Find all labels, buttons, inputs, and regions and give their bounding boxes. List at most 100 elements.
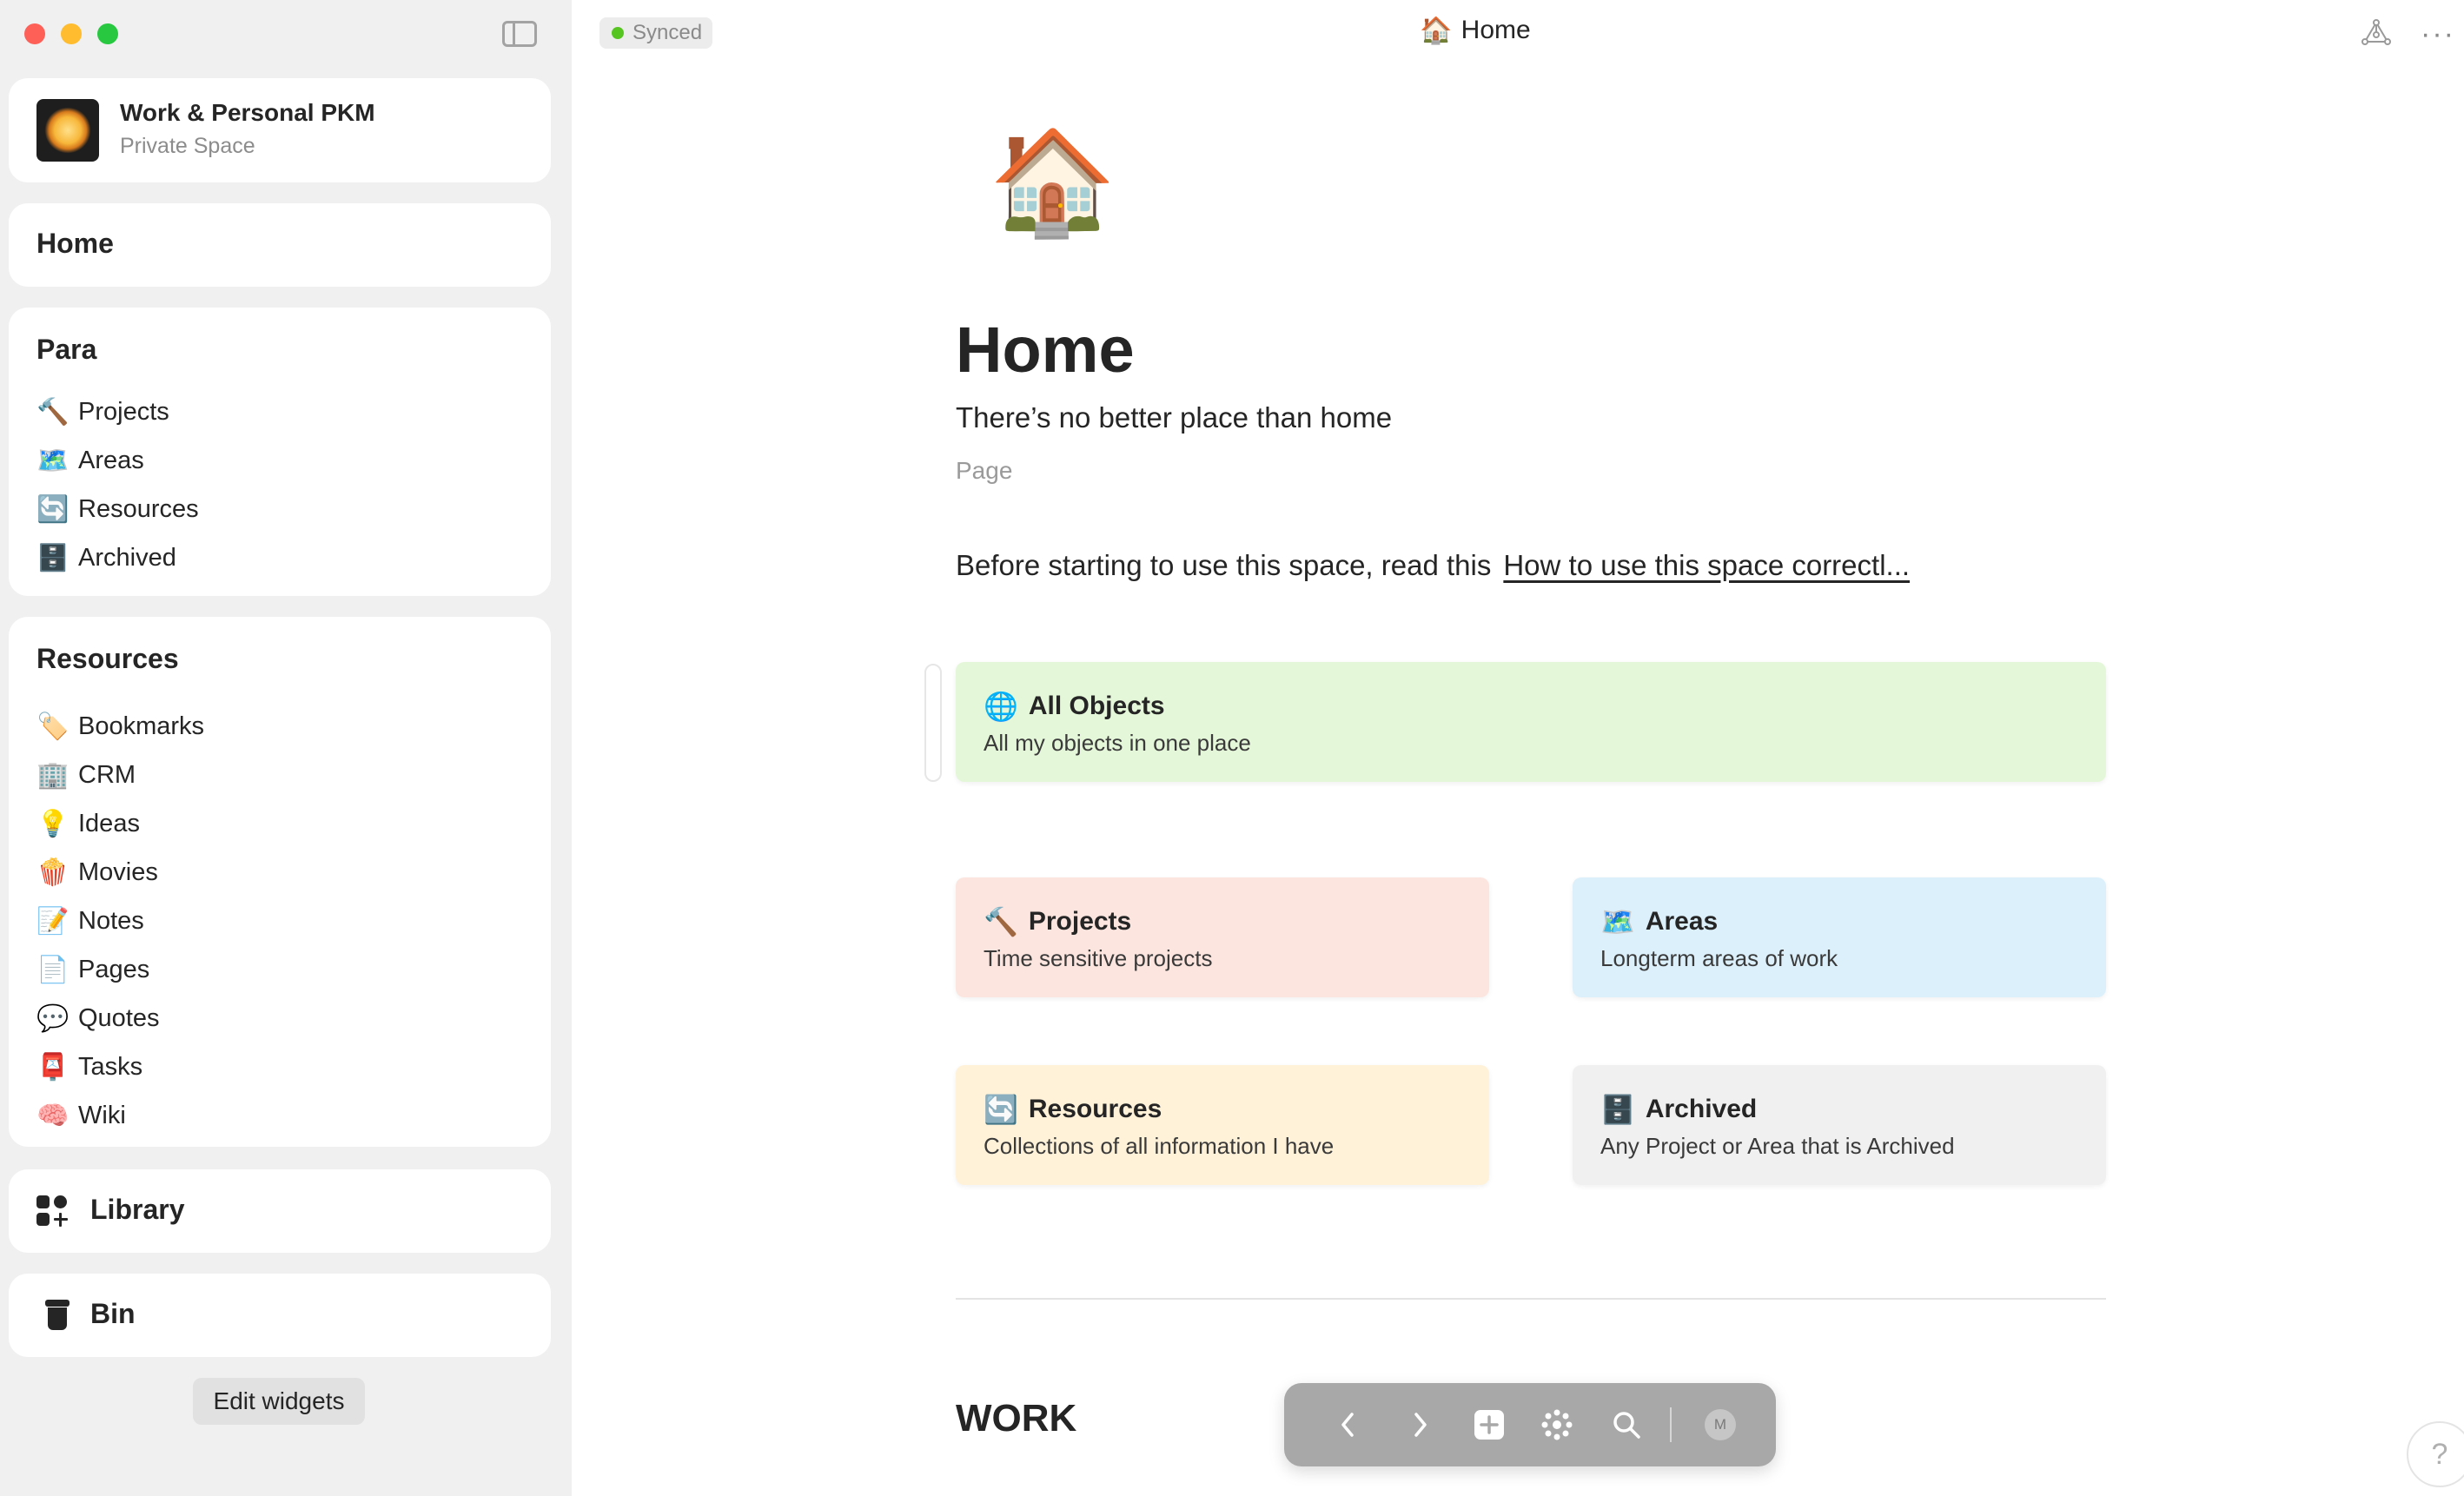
- sidebar-item-label: Wiki: [78, 1101, 126, 1129]
- space-name: Work & Personal PKM: [120, 99, 375, 126]
- file-cabinet-icon: 🗄️: [36, 542, 70, 573]
- minimize-window-button[interactable]: [61, 23, 82, 44]
- forward-icon[interactable]: [1399, 1404, 1441, 1446]
- sidebar-item-label: Projects: [78, 397, 169, 426]
- card-title: 🔄 Resources: [984, 1093, 1162, 1126]
- sidebar-item-quotes[interactable]: 💬 Quotes: [36, 994, 204, 1043]
- resources-list: 🏷️ Bookmarks 🏢 CRM 💡 Ideas 🍿 Movies 📝 Notes 📄…: [36, 702, 204, 1140]
- file-cabinet-icon: 🗄️: [1600, 1093, 1635, 1126]
- para-list: 🔨 Projects 🗺️ Areas 🔄 Resources 🗄️ Archived: [36, 387, 199, 582]
- card-description: Collections of all information I have: [984, 1133, 1335, 1159]
- page-icon[interactable]: 🏠: [989, 130, 1116, 233]
- sidebar-item-notes[interactable]: 📝 Notes: [36, 897, 204, 945]
- window-controls: [24, 23, 118, 44]
- card-title-text: Areas: [1645, 907, 1719, 936]
- para-widget-title[interactable]: Para: [36, 334, 96, 366]
- back-icon[interactable]: [1328, 1404, 1369, 1446]
- profile-avatar[interactable]: M: [1699, 1404, 1741, 1446]
- cycle-icon: 🔄: [36, 493, 70, 525]
- edit-widgets-button[interactable]: Edit widgets: [193, 1378, 365, 1425]
- resources-widget-title[interactable]: Resources: [36, 643, 179, 675]
- sync-status-label: Synced: [633, 21, 703, 44]
- bin-label: Bin: [90, 1298, 136, 1329]
- sidebar-item-label: Archived: [78, 543, 176, 572]
- library-icon: [36, 1195, 70, 1228]
- brain-icon: 🧠: [36, 1100, 70, 1131]
- speech-balloon-icon: 💬: [36, 1003, 70, 1034]
- postbox-icon: 📮: [36, 1051, 70, 1082]
- card-title-text: Resources: [1028, 1095, 1162, 1123]
- help-button[interactable]: ?: [2407, 1421, 2464, 1487]
- sidebar-item-label: Movies: [78, 857, 158, 886]
- close-window-button[interactable]: [24, 23, 45, 44]
- graph-view-icon[interactable]: [2361, 19, 2391, 45]
- sidebar-item-pages[interactable]: 📄 Pages: [36, 945, 204, 994]
- page-description[interactable]: There’s no better place than home: [956, 401, 1392, 434]
- globe-icon: 🌐: [984, 690, 1018, 723]
- sidebar-home-widget[interactable]: Home: [9, 203, 551, 287]
- bottom-navigation-bar: M: [1284, 1383, 1776, 1466]
- sidebar-item-bookmarks[interactable]: 🏷️ Bookmarks: [36, 702, 204, 751]
- light-bulb-icon: 💡: [36, 808, 70, 839]
- search-icon[interactable]: [1606, 1404, 1647, 1446]
- sidebar-library-widget[interactable]: Library: [9, 1169, 551, 1253]
- header-page-title: 🏠 Home: [1420, 16, 1530, 46]
- sidebar-resources-widget: Resources 🏷️ Bookmarks 🏢 CRM 💡 Ideas 🍿 Movie…: [9, 617, 551, 1147]
- library-label: Library: [90, 1194, 185, 1225]
- sidebar-home-label: Home: [36, 228, 114, 259]
- main-content: Synced 🏠 Home ··· 🏠 Home There’s no bett…: [572, 0, 2464, 1496]
- card-areas[interactable]: 🗺️ Areas Longterm areas of work: [1573, 877, 2106, 997]
- space-type: Private Space: [120, 134, 255, 158]
- card-description: Any Project or Area that is Archived: [1600, 1133, 1955, 1159]
- avatar-initial: M: [1705, 1409, 1736, 1440]
- card-title: 🗺️ Areas: [1600, 905, 1718, 938]
- sidebar-item-label: Areas: [78, 446, 144, 474]
- map-icon: 🗺️: [1600, 905, 1635, 938]
- sidebar-item-tasks[interactable]: 📮 Tasks: [36, 1043, 204, 1091]
- sidebar-item-label: Notes: [78, 906, 144, 935]
- office-building-icon: 🏢: [36, 759, 70, 791]
- card-description: All my objects in one place: [984, 730, 1251, 756]
- space-switcher[interactable]: Work & Personal PKM Private Space: [9, 78, 551, 182]
- card-title-text: Projects: [1028, 907, 1132, 936]
- more-options-icon[interactable]: ···: [2421, 17, 2455, 51]
- block-drag-handle[interactable]: [924, 664, 942, 782]
- card-title: 🔨 Projects: [984, 905, 1131, 938]
- card-resources[interactable]: 🔄 Resources Collections of all informatio…: [956, 1065, 1489, 1185]
- sidebar-item-areas[interactable]: 🗺️ Areas: [36, 436, 199, 485]
- map-icon: 🗺️: [36, 445, 70, 476]
- sidebar-item-crm[interactable]: 🏢 CRM: [36, 751, 204, 799]
- graph-icon[interactable]: [1536, 1404, 1578, 1446]
- sidebar: Work & Personal PKM Private Space Home P…: [0, 0, 572, 1496]
- card-projects[interactable]: 🔨 Projects Time sensitive projects: [956, 877, 1489, 997]
- sidebar-para-widget: Para 🔨 Projects 🗺️ Areas 🔄 Resources 🗄️ Arch…: [9, 308, 551, 596]
- card-archived[interactable]: 🗄️ Archived Any Project or Area that is A…: [1573, 1065, 2106, 1185]
- how-to-use-link[interactable]: How to use this space correctl...: [1503, 549, 1910, 581]
- sidebar-item-ideas[interactable]: 💡 Ideas: [36, 799, 204, 848]
- sidebar-bin-widget[interactable]: Bin: [9, 1274, 551, 1357]
- page-type-label[interactable]: Page: [956, 457, 1012, 485]
- sidebar-item-wiki[interactable]: 🧠 Wiki: [36, 1091, 204, 1140]
- sidebar-item-projects[interactable]: 🔨 Projects: [36, 387, 199, 436]
- card-title-text: All Objects: [1028, 692, 1165, 720]
- card-description: Longterm areas of work: [1600, 945, 1838, 971]
- house-icon: 🏠: [1420, 16, 1453, 46]
- sidebar-toggle-icon[interactable]: [502, 21, 537, 47]
- zoom-window-button[interactable]: [97, 23, 118, 44]
- bin-icon: [45, 1300, 70, 1331]
- section-heading-work[interactable]: WORK: [956, 1397, 1076, 1440]
- sync-status-badge[interactable]: Synced: [599, 17, 713, 49]
- sync-status-dot: [612, 27, 624, 39]
- sidebar-item-movies[interactable]: 🍿 Movies: [36, 848, 204, 897]
- sidebar-item-label: Ideas: [78, 809, 140, 837]
- sidebar-item-label: CRM: [78, 760, 136, 789]
- sidebar-item-archived[interactable]: 🗄️ Archived: [36, 533, 199, 582]
- card-title: 🗄️ Archived: [1600, 1093, 1757, 1126]
- sidebar-item-resources[interactable]: 🔄 Resources: [36, 485, 199, 533]
- tag-icon: 🏷️: [36, 711, 70, 742]
- add-icon[interactable]: [1468, 1404, 1510, 1446]
- memo-icon: 📝: [36, 905, 70, 937]
- card-all-objects[interactable]: 🌐 All Objects All my objects in one place: [956, 662, 2106, 782]
- sidebar-item-label: Pages: [78, 955, 150, 983]
- page-title[interactable]: Home: [956, 313, 1135, 387]
